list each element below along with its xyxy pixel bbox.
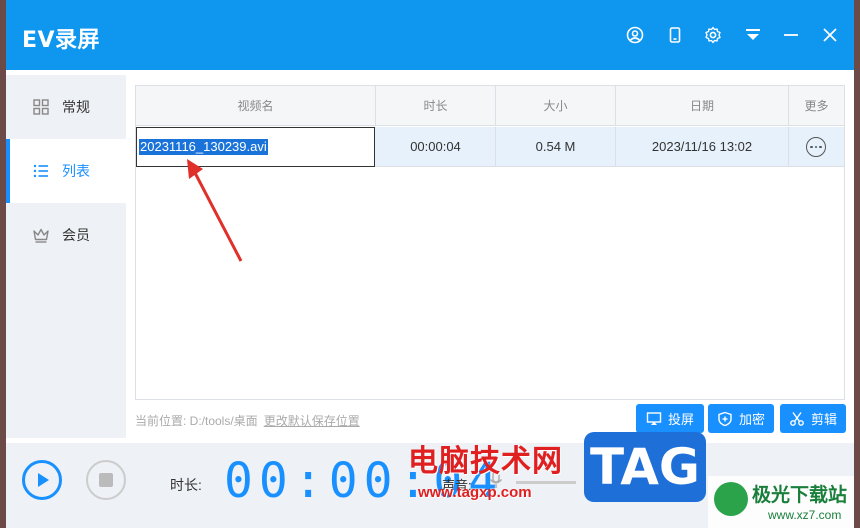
filename-selected-text[interactable]: 20231116_130239.avi [139, 139, 268, 155]
app-window: EV录屏 常规 列表 会员 视频名 时长 大小 日期 更多 20231116_1… [6, 0, 854, 528]
sidebar-item-label: 常规 [62, 99, 90, 115]
red-arrow-annotation [187, 159, 243, 262]
cut-button[interactable]: 剪辑 [780, 404, 846, 433]
sidebar-item-list[interactable]: 列表 [6, 139, 126, 203]
sidebar-item-label: 会员 [62, 227, 90, 243]
cast-button[interactable]: 投屏 [636, 404, 704, 433]
watermark-site-name: 极光下载站 [752, 485, 848, 506]
app-title: EV录屏 [22, 28, 101, 53]
watermark-site: 极光下载站 www.xz7.com [708, 476, 854, 528]
sidebar-item-label: 列表 [62, 163, 90, 179]
column-header-size[interactable]: 大小 [496, 86, 616, 126]
sidebar-item-general[interactable]: 常规 [6, 75, 126, 139]
encrypt-button[interactable]: 加密 [708, 404, 774, 433]
watermark-tag-logo: TAG [584, 432, 706, 502]
cell-duration: 00:00:04 [376, 127, 496, 167]
sidebar: 常规 列表 会员 [6, 75, 126, 438]
play-button[interactable] [22, 460, 62, 500]
filename-edit-field[interactable]: 20231116_130239.avi [136, 127, 375, 167]
phone-icon[interactable] [666, 26, 684, 44]
shield-icon [718, 411, 732, 426]
minimize-icon[interactable] [782, 26, 800, 44]
site-logo-icon [714, 482, 748, 516]
watermark-text: 电脑技术网 [408, 444, 563, 479]
stop-icon [99, 473, 113, 487]
cast-label: 投屏 [667, 412, 694, 427]
column-header-name[interactable]: 视频名 [136, 86, 376, 126]
duration-label: 时长: [170, 477, 202, 493]
play-icon [38, 473, 49, 487]
encrypt-label: 加密 [738, 412, 765, 427]
table-header: 视频名 时长 大小 日期 更多 [136, 86, 844, 126]
sidebar-item-member[interactable]: 会员 [6, 203, 126, 267]
cell-size: 0.54 M [496, 127, 616, 167]
cut-label: 剪辑 [810, 412, 837, 427]
watermark-site-url: www.xz7.com [768, 508, 842, 522]
user-icon[interactable] [626, 26, 644, 44]
dropdown-menu-icon[interactable] [744, 26, 762, 44]
column-header-date[interactable]: 日期 [616, 86, 789, 126]
watermark-url: www.tagxp.com [418, 484, 532, 501]
close-icon[interactable] [821, 26, 839, 44]
scissors-icon [790, 411, 804, 426]
crown-icon [32, 226, 50, 244]
grid-icon [32, 98, 50, 116]
main-content: 视频名 时长 大小 日期 更多 20231116_130239.avi 00:0… [126, 75, 854, 438]
save-location-label: 当前位置: D:/tools/桌面 [135, 414, 258, 428]
cell-date: 2023/11/16 13:02 [616, 127, 789, 167]
change-location-link[interactable]: 更改默认保存位置 [264, 414, 360, 428]
save-location: 当前位置: D:/tools/桌面 更改默认保存位置 [135, 412, 360, 429]
stop-button[interactable] [86, 460, 126, 500]
more-options-icon[interactable] [806, 137, 826, 157]
column-header-more: 更多 [804, 99, 829, 113]
list-icon [32, 162, 50, 180]
column-header-duration[interactable]: 时长 [376, 86, 496, 126]
title-bar[interactable]: EV录屏 [6, 0, 854, 70]
cast-icon [646, 411, 662, 425]
gear-icon[interactable] [704, 26, 722, 44]
